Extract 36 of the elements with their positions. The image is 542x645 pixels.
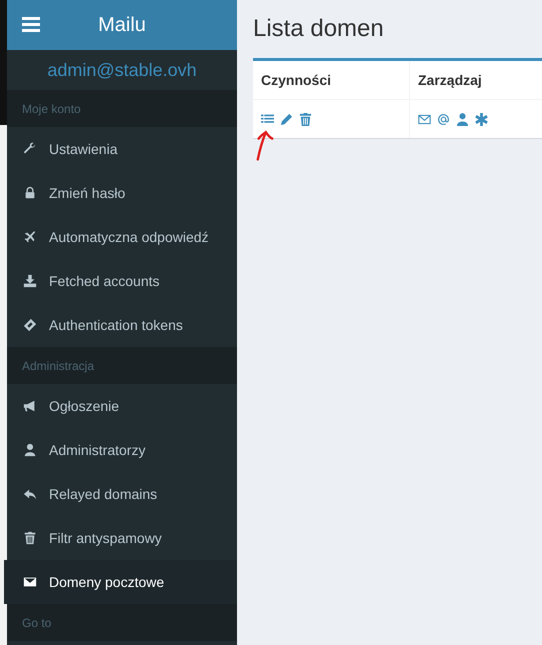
plane-icon [23, 230, 37, 244]
menu-icon[interactable] [22, 17, 40, 32]
sidebar-item[interactable]: Automatyczna odpowiedź [4, 215, 237, 259]
sidebar-item[interactable]: Relayed domains [4, 472, 237, 516]
envelope-icon [23, 575, 37, 589]
sidebar-item[interactable]: Authentication tokens [4, 303, 237, 347]
pencil-icon[interactable] [280, 112, 293, 126]
app-title: Mailu [98, 14, 146, 36]
sidebar-item[interactable]: Ustawienia [4, 127, 237, 171]
asterisk-icon[interactable] [475, 112, 488, 126]
sidebar-item[interactable]: Domeny pocztowe [4, 560, 237, 604]
sidebar-item[interactable]: Zmień hasło [4, 171, 237, 215]
user-email: admin@stable.ovh [47, 60, 197, 80]
column-header: Zarządzaj [417, 71, 483, 90]
at-sign-icon[interactable] [437, 112, 450, 126]
sidebar-item[interactable]: Filtr antyspamowy [4, 516, 237, 560]
page-title: Lista domen [253, 16, 385, 42]
section-title: Administracja [22, 358, 94, 372]
megaphone-icon [23, 399, 37, 413]
user-icon [23, 443, 37, 457]
column-header: Czynności [253, 61, 410, 99]
sidebar-item[interactable]: Administratorzy [4, 428, 237, 472]
trash-icon[interactable] [299, 112, 312, 126]
envelope-icon[interactable] [418, 112, 431, 126]
wrench-icon [23, 142, 37, 156]
sidebar-item[interactable]: Fetched accounts [4, 259, 237, 303]
ticket-icon [23, 318, 37, 332]
lock-icon [23, 186, 37, 200]
trash-icon [23, 531, 37, 545]
section-title: Go to [22, 616, 52, 630]
reply-icon [23, 487, 37, 501]
section-title: Moje konto [22, 102, 81, 116]
list-icon[interactable] [261, 112, 274, 126]
download-icon [23, 274, 37, 288]
user-icon[interactable] [456, 112, 469, 126]
sidebar-item[interactable]: Ogłoszenie [4, 384, 237, 428]
